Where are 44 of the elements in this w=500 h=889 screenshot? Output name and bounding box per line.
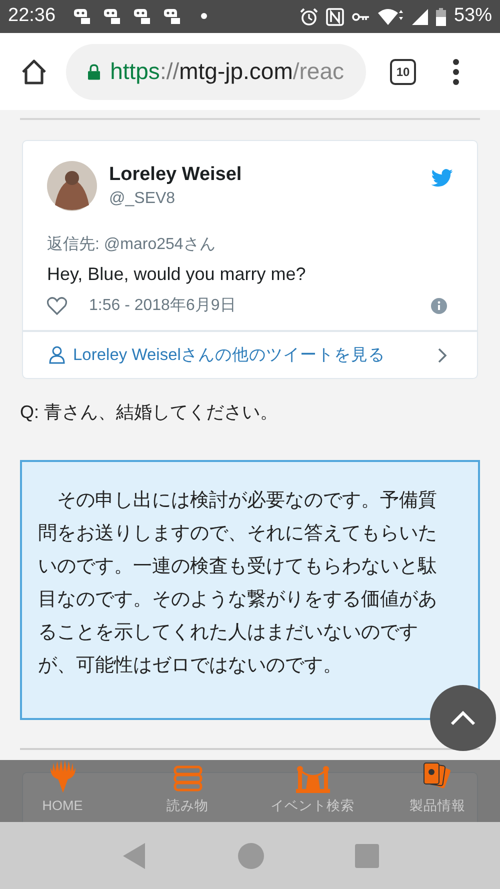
nfc-icon — [326, 8, 344, 26]
signal-icon — [412, 8, 428, 24]
tweet-author[interactable]: Loreley Weisel — [109, 163, 242, 187]
chevron-right-icon — [438, 348, 447, 362]
tweet-text: Hey, Blue, would you marry me? — [47, 263, 307, 286]
back-icon[interactable] — [121, 842, 147, 870]
chat-app-icon — [72, 8, 92, 26]
chat-app-icon — [102, 8, 122, 26]
nav-tab[interactable]: イベント検索 — [250, 760, 375, 822]
person-icon — [49, 346, 65, 364]
battery-level: 53% — [454, 4, 492, 28]
tweet-time[interactable]: 1:56 - 2018年6月9日 — [89, 294, 236, 318]
recents-icon[interactable] — [355, 844, 379, 868]
avatar — [47, 161, 97, 211]
chevron-up-icon — [450, 710, 476, 726]
more-tweets-link[interactable]: Loreley Weiselさんの他のツイートを見る — [23, 330, 477, 378]
bird-icon[interactable] — [431, 169, 453, 187]
clock: 22:36 — [8, 4, 56, 28]
chat-app-icon — [162, 8, 182, 26]
menu-icon[interactable] — [452, 58, 460, 84]
question-text: Q: 青さん、結婚してください。 — [20, 401, 280, 424]
chat-app-icon — [132, 8, 152, 26]
tab-count-button[interactable]: 10 — [390, 58, 416, 84]
wifi-icon — [378, 8, 404, 26]
alarm-icon — [300, 8, 318, 26]
address-bar[interactable]: https://mtg-jp.com/reac — [66, 44, 366, 100]
nav-tab[interactable]: 読み物 — [125, 760, 250, 822]
heart-icon[interactable] — [47, 297, 67, 315]
reply-to: 返信先: @maro254さん — [47, 234, 216, 255]
home-icon[interactable] — [20, 58, 48, 86]
key-icon — [352, 12, 370, 22]
battery-icon — [436, 8, 446, 26]
answer-text: その申し出には検討が必要なのです。予備質問をお送りしますので、それに答えてもらいたいのです。一連の検査も受けてもらわないと駄目なのです。そのような繋がりをする価値があることを示してくれた人はまだいないのですが、可能性はゼロではないのです。 — [38, 488, 438, 678]
books-icon — [172, 764, 202, 793]
tweet-handle[interactable]: @_SEV8 — [109, 187, 242, 211]
url-text: https://mtg-jp.com/reac — [110, 57, 344, 86]
home-button-icon[interactable] — [237, 842, 265, 870]
nav-tab[interactable]: HOME — [0, 760, 125, 822]
info-icon[interactable] — [431, 298, 447, 314]
flame-crest-icon — [48, 760, 78, 793]
dot-icon — [200, 12, 208, 20]
nav-tab[interactable]: 製品情報 — [375, 760, 500, 822]
rope-barrier-icon — [296, 764, 330, 793]
lock-icon — [88, 62, 100, 80]
